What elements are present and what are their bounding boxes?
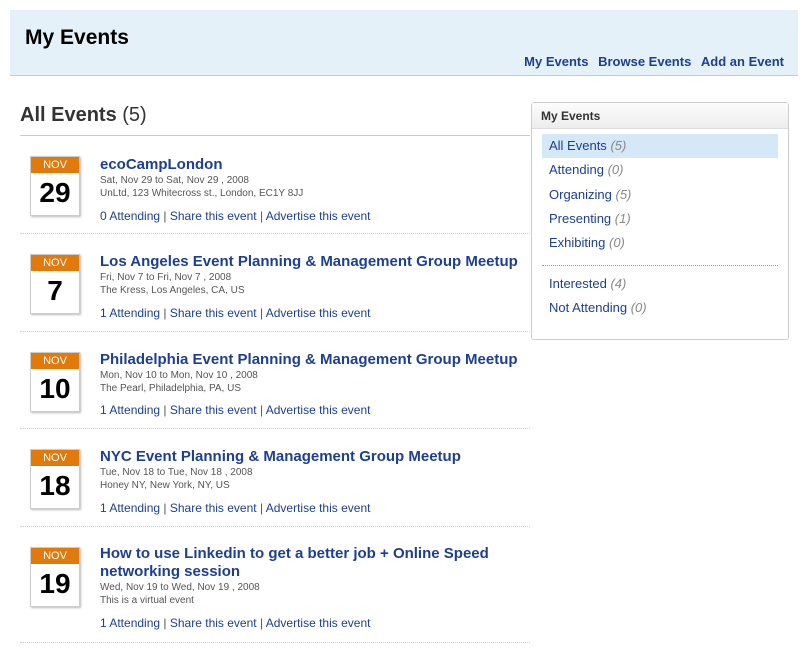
event-date: Sat, Nov 29 to Sat, Nov 29 , 2008	[100, 175, 249, 186]
sidebar-item-count: (0)	[609, 235, 625, 250]
event-title-link[interactable]: Philadelphia Event Planning & Management…	[100, 351, 530, 369]
event-title-link[interactable]: NYC Event Planning & Management Group Me…	[100, 448, 530, 466]
calendar-icon: NOV 10	[30, 352, 80, 412]
event-title-line: How to use Linkedin to get a better job …	[100, 545, 489, 562]
share-event-link[interactable]: Share this event	[170, 501, 257, 515]
calendar-day: 19	[39, 568, 71, 599]
nav-my-events-link[interactable]: My Events	[524, 54, 588, 69]
sidebar-title: My Events	[532, 103, 788, 129]
attending-link[interactable]: 0 Attending	[100, 209, 160, 223]
event-title-link[interactable]: ecoCampLondon	[100, 156, 530, 174]
sidebar-item-all-events[interactable]: All Events (5)	[542, 134, 778, 158]
header-nav: My Events Browse Events Add an Event	[518, 54, 784, 69]
sidebar-item-not-attending[interactable]: Not Attending (0)	[542, 296, 778, 320]
event-date: Wed, Nov 19 to Wed, Nov 19 , 2008	[100, 582, 260, 593]
sidebar-item-label: Presenting	[549, 211, 612, 226]
calendar-month: NOV	[31, 450, 79, 466]
sidebar-item-attending[interactable]: Attending (0)	[542, 158, 778, 182]
event-actions: 1 Attending | Share this event | Adverti…	[100, 501, 371, 515]
calendar-day: 7	[47, 275, 63, 306]
calendar-icon: NOV 18	[30, 449, 80, 509]
sidebar-item-count: (5)	[615, 187, 632, 202]
sidebar-item-count: (5)	[610, 138, 627, 153]
advertise-event-link[interactable]: Advertise this event	[266, 403, 371, 417]
sidebar-item-label: Attending	[549, 162, 604, 177]
advertise-event-link[interactable]: Advertise this event	[266, 306, 371, 320]
event-actions: 1 Attending | Share this event | Adverti…	[100, 306, 371, 320]
my-events-sidebar: My Events All Events (5) Attending (0) O…	[531, 102, 789, 340]
event-item: NOV 19 How to use Linkedin to get a bett…	[20, 527, 530, 643]
calendar-day: 10	[39, 373, 71, 404]
event-date: Mon, Nov 10 to Mon, Nov 10 , 2008	[100, 370, 258, 381]
advertise-event-link[interactable]: Advertise this event	[266, 209, 371, 223]
sidebar-item-count: (4)	[610, 276, 627, 291]
sidebar-item-organizing[interactable]: Organizing (5)	[542, 183, 778, 207]
section-heading: All Events (5)	[20, 100, 530, 136]
advertise-event-link[interactable]: Advertise this event	[266, 501, 371, 515]
calendar-month: NOV	[31, 548, 79, 564]
event-location: The Pearl, Philadelphia, PA, US	[100, 383, 242, 394]
page-header: My Events My Events Browse Events Add an…	[10, 10, 798, 76]
event-date: Fri, Nov 7 to Fri, Nov 7 , 2008	[100, 272, 232, 283]
sidebar-item-count: (0)	[630, 300, 647, 315]
sidebar-divider	[542, 265, 778, 266]
event-actions: 0 Attending | Share this event | Adverti…	[100, 209, 371, 223]
share-event-link[interactable]: Share this event	[170, 209, 257, 223]
attending-link[interactable]: 1 Attending	[100, 501, 160, 515]
event-item: NOV 18 NYC Event Planning & Management G…	[20, 429, 530, 527]
sidebar-item-label: Exhibiting	[549, 235, 606, 250]
share-event-link[interactable]: Share this event	[170, 403, 257, 417]
calendar-icon: NOV 29	[30, 156, 80, 216]
sidebar-item-label: Interested	[549, 276, 607, 291]
sidebar-item-count: (1)	[614, 211, 631, 226]
calendar-month: NOV	[31, 157, 79, 173]
events-main: All Events (5) NOV 29 ecoCampLondon Sat,…	[20, 100, 530, 643]
advertise-event-link[interactable]: Advertise this event	[266, 616, 371, 630]
share-event-link[interactable]: Share this event	[170, 306, 257, 320]
event-location: Honey NY, New York, NY, US	[100, 480, 230, 491]
sidebar-item-label: All Events	[549, 138, 607, 153]
page-title: My Events	[25, 26, 129, 49]
section-title: All Events	[20, 104, 117, 126]
event-title-line: networking session	[100, 563, 241, 580]
calendar-icon: NOV 19	[30, 547, 80, 607]
nav-browse-events-link[interactable]: Browse Events	[598, 54, 691, 69]
calendar-month: NOV	[31, 255, 79, 271]
sidebar-item-label: Not Attending	[549, 300, 628, 315]
attending-link[interactable]: 1 Attending	[100, 403, 160, 417]
event-location: This is a virtual event	[100, 595, 194, 606]
event-item: NOV 29 ecoCampLondon Sat, Nov 29 to Sat,…	[20, 136, 530, 234]
event-location: The Kress, Los Angeles, CA, US	[100, 285, 245, 296]
event-title-link[interactable]: Los Angeles Event Planning & Management …	[100, 253, 530, 271]
calendar-month: NOV	[31, 353, 79, 369]
event-actions: 1 Attending | Share this event | Adverti…	[100, 403, 371, 417]
sidebar-item-interested[interactable]: Interested (4)	[542, 272, 778, 296]
calendar-icon: NOV 7	[30, 254, 80, 314]
event-item: NOV 7 Los Angeles Event Planning & Manag…	[20, 234, 530, 332]
event-location: UnLtd, 123 Whitecross st., London, EC1Y …	[100, 188, 304, 199]
nav-add-event-link[interactable]: Add an Event	[701, 54, 784, 69]
attending-link[interactable]: 1 Attending	[100, 616, 160, 630]
sidebar-item-exhibiting[interactable]: Exhibiting (0)	[542, 231, 778, 255]
section-count: (5)	[122, 104, 147, 126]
share-event-link[interactable]: Share this event	[170, 616, 257, 630]
sidebar-item-count: (0)	[607, 162, 624, 177]
calendar-day: 29	[39, 177, 71, 208]
event-actions: 1 Attending | Share this event | Adverti…	[100, 616, 371, 630]
event-item: NOV 10 Philadelphia Event Planning & Man…	[20, 332, 530, 429]
sidebar-item-presenting[interactable]: Presenting (1)	[542, 207, 778, 231]
attending-link[interactable]: 1 Attending	[100, 306, 160, 320]
event-title-link[interactable]: How to use Linkedin to get a better job …	[100, 545, 530, 581]
sidebar-item-label: Organizing	[549, 187, 612, 202]
event-date: Tue, Nov 18 to Tue, Nov 18 , 2008	[100, 467, 253, 478]
calendar-day: 18	[39, 470, 71, 501]
